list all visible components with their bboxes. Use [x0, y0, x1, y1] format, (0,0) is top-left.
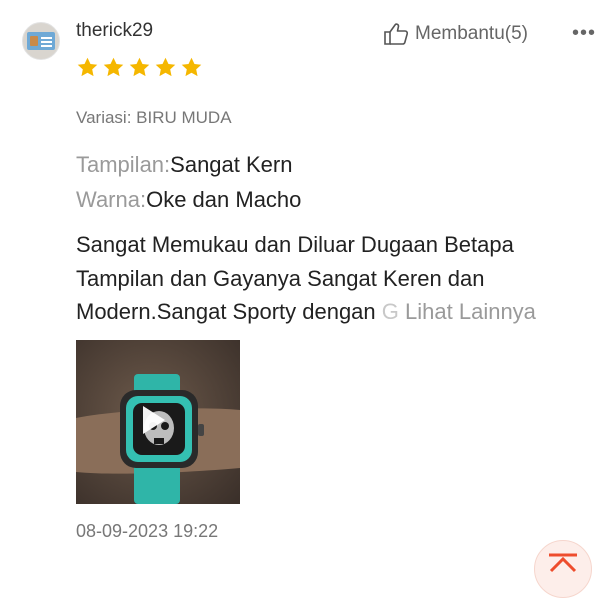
- scroll-to-top-button[interactable]: [534, 540, 592, 598]
- attribute-tampilan: Tampilan:Sangat Kern: [76, 152, 292, 178]
- star-icon: [181, 57, 202, 77]
- attribute-value: Oke dan Macho: [146, 187, 302, 212]
- review-text-line: Sangat Memukau dan Diluar Dugaan Betapa: [76, 232, 514, 257]
- review-timestamp: 08-09-2023 19:22: [76, 521, 219, 541]
- avatar-image: [27, 32, 55, 50]
- play-icon: [143, 406, 165, 434]
- star-icon: [129, 57, 150, 77]
- attribute-key: Warna:: [76, 187, 147, 212]
- helpful-label: Membantu(5): [415, 23, 529, 44]
- avatar[interactable]: [22, 22, 60, 60]
- rating-stars: [76, 56, 203, 79]
- star-icon: [103, 57, 124, 77]
- review-text: Sangat Memukau dan Diluar Dugaan Betapa …: [76, 228, 600, 329]
- helpful-button[interactable]: Membantu(5): [383, 22, 528, 46]
- review-text-line: Modern.Sangat Sporty dengan G Lihat Lain…: [76, 299, 536, 324]
- attribute-value: Sangat Kern: [170, 152, 293, 177]
- star-icon: [77, 57, 98, 77]
- attribute-warna: Warna:Oke dan Macho: [76, 187, 301, 213]
- variation-label: Variasi: BIRU MUDA: [76, 108, 232, 127]
- arrow-up-to-top-icon: [549, 553, 577, 573]
- thumbs-up-icon: [384, 23, 409, 45]
- attribute-key: Tampilan:: [76, 152, 171, 177]
- more-options-button[interactable]: •••: [572, 22, 596, 45]
- review-text-fade: G: [381, 299, 399, 324]
- reviewer-username[interactable]: therick29: [76, 20, 153, 42]
- see-more-link[interactable]: Lihat Lainnya: [405, 299, 536, 324]
- review-text-line: Tampilan dan Gayanya Sangat Keren dan: [76, 265, 485, 291]
- review-video-thumbnail[interactable]: [76, 340, 240, 504]
- star-icon: [155, 57, 176, 77]
